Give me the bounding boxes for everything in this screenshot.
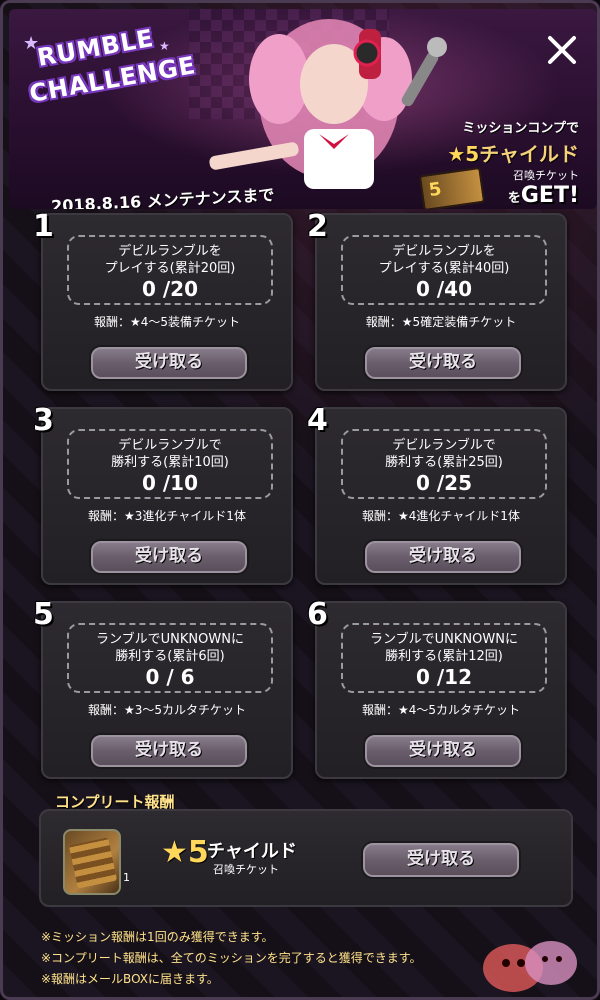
summon-ticket-icon [63,829,121,895]
reward-item-name: ★5 チャイルド 召喚チケット [161,835,297,876]
mission-progress: 0 /10 [141,471,198,495]
mission-card: 4 デビルランブルで 勝利する(累計25回) 0 /25 報酬：★4進化チャイル… [307,403,567,585]
mission-task: デビルランブルを プレイする(累計20回) 0 /20 [67,235,273,305]
promo-line4-b: GET! [520,183,579,208]
mission-card: 6 ランブルでUNKNOWNに 勝利する(累計12回) 0 /12 報酬：★4〜… [307,597,567,779]
item-title: チャイルド [207,841,297,862]
item-star: ★5 [161,835,209,870]
mission-task: デビルランブルで 勝利する(累計10回) 0 /10 [67,429,273,499]
rumble-challenge-logo: RUMBLE CHALLENGE [16,14,198,130]
mission-reward: 報酬：★4〜5カルタチケット [361,703,521,717]
mission-progress: 0 /20 [141,277,198,301]
deadline-text: 2018.8.16 メンテナンスまで [50,185,275,209]
mission-task-line2: 勝利する(累計6回) [115,649,225,664]
promo-line3: 召喚チケット [513,169,579,182]
receive-button[interactable]: 受け取る [363,539,523,575]
note-line: ※ミッション報酬は1回のみ獲得できます。 [41,930,274,944]
mission-number: 6 [307,597,328,632]
receive-button[interactable]: 受け取る [89,539,249,575]
mission-task-line2: 勝利する(累計10回) [111,455,229,470]
mission-task-line1: ランブルでUNKNOWNに [370,632,518,647]
mission-number: 4 [307,403,328,438]
mission-number: 5 [33,597,54,632]
mission-task-line2: プレイする(累計20回) [104,261,236,276]
mission-task-line1: デビルランブルで [392,438,496,453]
mission-number: 1 [33,209,54,244]
mission-card: 5 ランブルでUNKNOWNに 勝利する(累計6回) 0 / 6 報酬：★3〜5… [33,597,293,779]
mission-number: 3 [33,403,54,438]
mission-reward: 報酬：★3〜5カルタチケット [87,703,247,717]
mission-task-line2: プレイする(累計40回) [378,261,510,276]
mission-task-line1: デビルランブルを [392,244,496,259]
mission-task-line1: デビルランブルを [118,244,222,259]
mission-reward: 報酬：★3進化チャイルド1体 [88,509,246,523]
complete-reward-box: 1 ★5 チャイルド 召喚チケット 受け取る [39,809,573,907]
note-line: ※コンプリート報酬は、全てのミッションを完了すると獲得できます。 [41,951,422,965]
notes: ※ミッション報酬は1回のみ獲得できます。 ※コンプリート報酬は、全てのミッション… [41,927,422,990]
item-count: 1 [123,871,130,884]
promo-line1: ミッションコンプで [462,121,579,136]
receive-button[interactable]: 受け取る [89,345,249,381]
promo-star: ★5 [447,142,480,166]
note-line: ※報酬はメールBOXに届きます。 [41,972,219,986]
mission-task-line2: 勝利する(累計25回) [385,455,503,470]
complete-receive-button[interactable]: 受け取る [361,841,521,879]
mission-card: 3 デビルランブルで 勝利する(累計10回) 0 /10 報酬：★3進化チャイル… [33,403,293,585]
mission-task: デビルランブルで 勝利する(累計25回) 0 /25 [341,429,547,499]
receive-button[interactable]: 受け取る [89,733,249,769]
mission-progress: 0 /40 [415,277,472,301]
mission-task: ランブルでUNKNOWNに 勝利する(累計12回) 0 /12 [341,623,547,693]
promo-line4-a: を [507,191,521,206]
receive-button[interactable]: 受け取る [363,733,523,769]
promo-line2: チャイルド [479,142,579,166]
promo-text: ミッションコンプで ★5チャイルド 召喚チケット をGET! [389,117,579,208]
mission-task-line2: 勝利する(累計12回) [385,649,503,664]
mission-reward: 報酬：★4〜5装備チケット [93,315,241,329]
mission-reward: 報酬：★5確定装備チケット [365,315,517,329]
item-subtitle: 召喚チケット [213,863,279,876]
star-icon: ★ [23,33,40,54]
mission-number: 2 [307,209,328,244]
mission-reward: 報酬：★4進化チャイルド1体 [362,509,520,523]
mission-progress: 0 / 6 [145,665,195,689]
mission-task: デビルランブルを プレイする(累計40回) 0 /40 [341,235,547,305]
receive-button[interactable]: 受け取る [363,345,523,381]
mission-progress: 0 /12 [415,665,472,689]
mission-card: 1 デビルランブルを プレイする(累計20回) 0 /20 報酬：★4〜5装備チ… [33,209,293,391]
mission-task: ランブルでUNKNOWNに 勝利する(累計6回) 0 / 6 [67,623,273,693]
mission-progress: 0 /25 [415,471,472,495]
mission-task-line1: ランブルでUNKNOWNに [96,632,244,647]
star-icon: ★ [159,39,170,53]
mission-card: 2 デビルランブルを プレイする(累計40回) 0 /40 報酬：★5確定装備チ… [307,209,567,391]
mascot-decoration [483,941,577,992]
mission-task-line1: デビルランブルで [118,438,222,453]
close-button[interactable] [539,27,585,73]
rumble-challenge-panel: RUMBLE CHALLENGE ★ ★ 5 ミッションコンプで ★5チャイルド… [0,0,600,1000]
event-banner: RUMBLE CHALLENGE ★ ★ 5 ミッションコンプで ★5チャイルド… [9,9,597,209]
